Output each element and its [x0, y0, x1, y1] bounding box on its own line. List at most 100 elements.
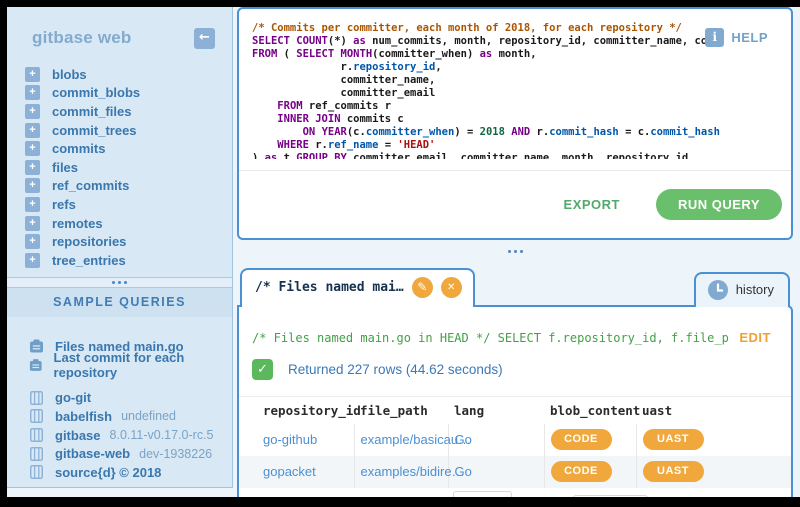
table-name: commits — [52, 141, 105, 156]
help-label: HELP — [731, 30, 768, 45]
query-preview-row: /* Files named main.go in HEAD */ SELECT… — [239, 330, 791, 345]
editor-footer: EXPORT RUN QUERY — [239, 170, 791, 238]
table-name: tree_entries — [52, 253, 126, 268]
cell-lang: Go — [448, 456, 544, 488]
sidebar-table-commit_trees[interactable]: + commit_trees — [7, 121, 232, 140]
version-item: gitbase-web dev-1938226 — [7, 444, 232, 463]
sample-query-list: Files named main.goLast commit for each … — [7, 317, 232, 375]
export-button[interactable]: EXPORT — [564, 197, 620, 212]
sample-query-label: Last commit for each repository — [54, 350, 232, 380]
sidebar-table-commits[interactable]: + commits — [7, 139, 232, 158]
code-line: FROM ( SELECT MONTH(committer_when) as m… — [252, 48, 705, 61]
sidebar-table-commit_blobs[interactable]: + commit_blobs — [7, 84, 232, 103]
book-icon — [30, 428, 43, 442]
sample-queries-header: SAMPLE QUERIES — [7, 288, 232, 317]
sidebar-table-commit_files[interactable]: + commit_files — [7, 102, 232, 121]
column-header-blob_content: blob_content — [544, 397, 636, 424]
expand-plus-icon[interactable]: + — [25, 160, 40, 175]
split-resize-handle[interactable] — [237, 250, 793, 253]
component-version: 8.0.11-v0.17.0-rc.5 — [110, 428, 214, 442]
sidebar-table-files[interactable]: +files — [7, 158, 232, 177]
main-area: /* Commits per committer, each month of … — [237, 7, 793, 497]
success-check-icon: ✓ — [252, 359, 273, 380]
column-header-lang: lang — [448, 397, 544, 424]
query-preview-text: /* Files named main.go in HEAD */ SELECT… — [252, 331, 729, 345]
table-name: commit_blobs — [52, 85, 140, 100]
pagination-control-partial[interactable] — [453, 491, 512, 497]
table-name: commit_files — [52, 104, 131, 119]
cell-blob-content: CODE — [544, 424, 636, 456]
app-window: gitbase web ← + blobs + commit_blobs + commit… — [7, 7, 800, 497]
table-name: commit_trees — [52, 123, 137, 138]
results-panel: /* Files named mai… ✎ ✕ history /* Files… — [237, 268, 793, 497]
edit-query-button[interactable]: EDIT — [739, 330, 771, 345]
expand-plus-icon[interactable]: + — [25, 141, 40, 156]
table-row: gopacketexamples/bidire…Go CODE UAST — [239, 456, 791, 488]
tab-row: /* Files named mai… ✎ ✕ history — [237, 268, 793, 305]
version-item: babelfishundefined — [7, 407, 232, 426]
help-button[interactable]: i HELP — [705, 28, 768, 47]
cell-uast: UAST — [636, 424, 791, 456]
expand-plus-icon[interactable]: + — [25, 178, 40, 193]
cell-file-path: example/basicau… — [354, 424, 448, 456]
collapse-sidebar-button[interactable]: ← — [194, 28, 215, 49]
table-header-row: repository_idfile_pathlangblob_contentua… — [239, 397, 791, 424]
history-label: history — [736, 282, 774, 297]
component-name: gitbase-web — [55, 446, 130, 461]
sidebar-table-blobs[interactable]: + blobs — [7, 65, 232, 84]
table-name: remotes — [52, 216, 103, 231]
uast-button[interactable]: UAST — [643, 461, 704, 482]
code-line: /* Commits per committer, each month of … — [252, 22, 705, 35]
code-line: FROM ref_commits r — [252, 100, 705, 113]
results-table: repository_idfile_pathlangblob_contentua… — [239, 396, 791, 488]
code-line: INNER JOIN commits c — [252, 113, 705, 126]
version-item: go-git — [7, 389, 232, 408]
sql-editor-panel[interactable]: /* Commits per committer, each month of … — [237, 7, 793, 240]
code-line: ) as t GROUP BY committer_email, committ… — [252, 152, 705, 159]
book-icon — [30, 465, 43, 479]
sidebar-table-remotes[interactable]: + remotes — [7, 214, 232, 233]
sidebar-table-ref_commits[interactable]: +ref_commits — [7, 177, 232, 196]
version-list: go-gitbabelfishundefinedgitbase8.0.11-v0… — [7, 389, 232, 482]
uast-button[interactable]: UAST — [643, 429, 704, 450]
tab-query-files-named-main[interactable]: /* Files named mai… ✎ ✕ — [240, 268, 475, 307]
app-title: gitbase web — [32, 28, 132, 48]
table-name: refs — [52, 197, 76, 212]
code-line: r.repository_id, — [252, 61, 705, 74]
cell-file-path: examples/bidire… — [354, 456, 448, 488]
expand-plus-icon[interactable]: + — [25, 216, 40, 231]
pagination-control-partial[interactable] — [573, 495, 648, 497]
code-button[interactable]: CODE — [551, 461, 612, 482]
cell-lang: Go — [448, 424, 544, 456]
expand-plus-icon[interactable]: + — [25, 253, 40, 268]
sidebar: gitbase web ← + blobs + commit_blobs + commit… — [7, 7, 233, 488]
expand-plus-icon[interactable]: + — [25, 67, 40, 82]
expand-plus-icon[interactable]: + — [25, 85, 40, 100]
component-version: dev-1938226 — [139, 447, 212, 461]
expand-plus-icon[interactable]: + — [25, 104, 40, 119]
sidebar-resize-handle[interactable] — [7, 277, 232, 288]
run-query-button[interactable]: RUN QUERY — [656, 189, 782, 220]
close-tab-icon[interactable]: ✕ — [441, 277, 462, 298]
table-row: go-githubexample/basicau…GoCODEUAST — [239, 424, 791, 456]
code-line: committer_name, — [252, 74, 705, 87]
sidebar-table-refs[interactable]: + refs — [7, 195, 232, 214]
column-header-repository_id: repository_id — [239, 397, 354, 424]
cell-repository-id: gopacket — [239, 456, 354, 488]
table-name: blobs — [52, 67, 87, 82]
rename-tab-icon[interactable]: ✎ — [412, 277, 433, 298]
sidebar-table-repositories[interactable]: +repositories — [7, 232, 232, 251]
expand-plus-icon[interactable]: + — [25, 197, 40, 212]
expand-plus-icon[interactable]: + — [25, 123, 40, 138]
sidebar-header: gitbase web ← — [7, 7, 232, 65]
tab-title: /* Files named mai… — [255, 280, 404, 295]
code-button[interactable]: CODE — [551, 429, 612, 450]
sample-query-item[interactable]: Last commit for each repository — [7, 356, 232, 375]
tab-history[interactable]: history — [694, 272, 790, 307]
column-header-file_path: file_path — [354, 397, 448, 424]
code-line: SELECT COUNT(*) as num_commits, month, r… — [252, 35, 705, 48]
sidebar-table-tree_entries[interactable]: + tree_entries — [7, 251, 232, 270]
table-body: go-githubexample/basicau…GoCODEUASTgopac… — [239, 424, 791, 488]
expand-plus-icon[interactable]: + — [25, 234, 40, 249]
info-icon: i — [705, 28, 724, 47]
